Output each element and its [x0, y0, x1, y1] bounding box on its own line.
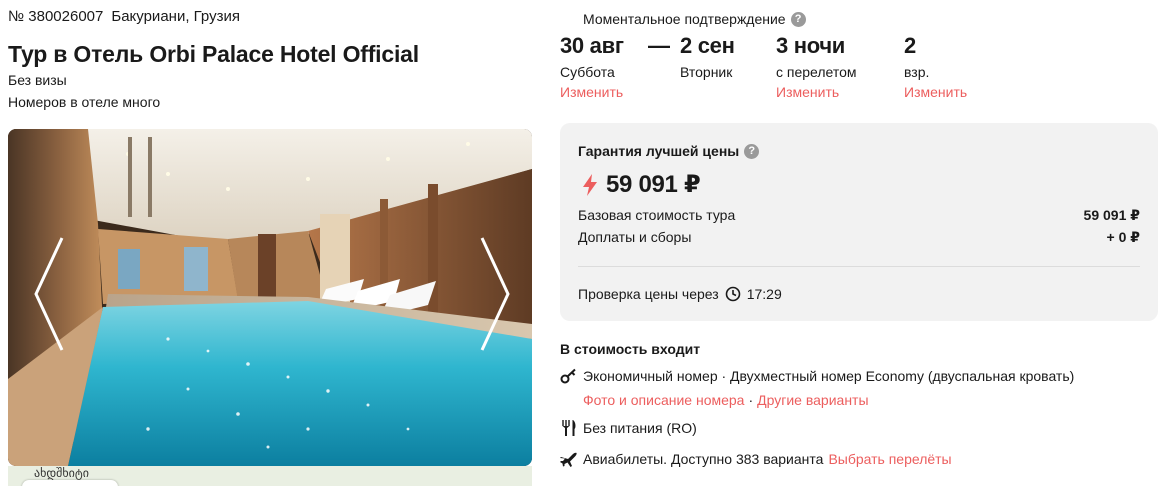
room-photo-link[interactable]: Фото и описание номера — [583, 392, 744, 408]
total-price: 59 091 ₽ — [582, 170, 701, 199]
start-day: Суббота — [560, 64, 615, 80]
end-date-block: 2 сен Вторник — [680, 32, 735, 81]
adults-count: 2 — [904, 33, 916, 58]
includes-title: В стоимость входит — [560, 341, 701, 357]
separator-dot: · — [748, 392, 754, 408]
tour-meta: № 380026007 Бакуриани, Грузия — [8, 8, 240, 25]
price-check-label: Проверка цены через — [578, 286, 719, 302]
hotel-photo-gallery[interactable] — [8, 129, 532, 466]
price-panel: Гарантия лучшей цены ? 59 091 ₽ Базовая … — [560, 123, 1158, 321]
start-date-block: 30 авг Суббота Изменить — [560, 32, 624, 100]
airplane-icon — [560, 451, 578, 467]
nights-note: с перелетом — [776, 64, 857, 80]
chevron-left-icon — [34, 237, 64, 351]
gallery-next-button[interactable] — [474, 234, 514, 354]
key-icon — [560, 368, 578, 384]
map-preview[interactable]: ახდშხიტი — [8, 466, 532, 486]
instant-confirmation: Моментальное подтверждение ? — [583, 11, 806, 27]
base-price-label: Базовая стоимость тура — [578, 207, 736, 223]
lightning-icon — [583, 173, 597, 196]
base-price-row: Базовая стоимость тура 59 091 ₽ — [578, 207, 1140, 224]
meal-description: Без питания (RO) — [583, 420, 697, 436]
extra-fees-label: Доплаты и сборы — [578, 229, 692, 245]
base-price-value: 59 091 ₽ — [1083, 207, 1140, 223]
room-other-options-link[interactable]: Другие варианты — [757, 392, 868, 408]
adults-block: 2 взр. Изменить — [904, 32, 967, 100]
change-nights-link[interactable]: Изменить — [776, 84, 857, 100]
clock-icon — [725, 286, 741, 302]
date-separator: — — [648, 33, 670, 58]
extra-fees-value: + 0 ₽ — [1106, 229, 1140, 245]
room-include: Экономичный номер · Двухместный номер Ec… — [560, 368, 1074, 384]
end-date: 2 сен — [680, 33, 735, 58]
tour-location: Бакуриани, Грузия — [111, 8, 240, 25]
nights-block: 3 ночи с перелетом Изменить — [776, 32, 857, 100]
help-icon[interactable]: ? — [790, 11, 806, 27]
instant-confirmation-label: Моментальное подтверждение — [583, 11, 786, 27]
flights-include: Авиабилеты. Доступно 383 варианта Выбрат… — [560, 451, 952, 467]
change-dates-link[interactable]: Изменить — [560, 84, 624, 100]
end-day: Вторник — [680, 64, 733, 80]
room-links: Фото и описание номера · Другие варианты — [583, 392, 869, 408]
gallery-prev-button[interactable] — [30, 234, 70, 354]
help-icon[interactable]: ? — [744, 143, 760, 159]
best-price-guarantee: Гарантия лучшей цены ? — [578, 143, 760, 159]
booking-dates: 30 авг Суббота Изменить — 2 сен Вторник … — [0, 32, 1164, 107]
adults-note: взр. — [904, 64, 930, 80]
fork-knife-icon — [560, 420, 578, 436]
room-description: Экономичный номер · Двухместный номер Ec… — [583, 368, 1075, 384]
extra-fees-row: Доплаты и сборы + 0 ₽ — [578, 229, 1140, 246]
tour-number: № 380026007 — [8, 8, 104, 25]
map-label: ახდშხიტი — [34, 466, 89, 480]
best-price-label: Гарантия лучшей цены — [578, 143, 740, 159]
divider — [578, 266, 1140, 267]
price-check-time: 17:29 — [746, 286, 782, 302]
price-check-timer: Проверка цены через 17:29 — [578, 286, 782, 302]
change-adults-link[interactable]: Изменить — [904, 84, 967, 100]
meal-include: Без питания (RO) — [560, 420, 697, 436]
nights-count: 3 ночи — [776, 33, 846, 58]
choose-flights-link[interactable]: Выбрать перелёты — [828, 451, 951, 467]
chevron-right-icon — [480, 237, 510, 351]
start-date: 30 авг — [560, 33, 624, 58]
flights-description: Авиабилеты. Доступно 383 варианта — [583, 451, 824, 467]
total-price-value: 59 091 ₽ — [606, 171, 701, 198]
map-pill — [22, 480, 118, 486]
hotel-pool-photo — [8, 129, 532, 466]
